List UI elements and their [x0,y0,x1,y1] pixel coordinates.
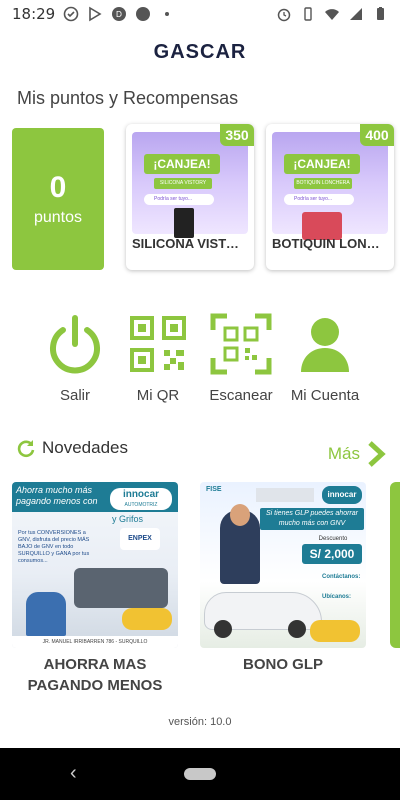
check-circle-icon [63,6,79,22]
dot-icon [165,12,170,16]
reward-image: ¡CANJEA! BOTIQUIN LONCHERA Podría ser tu… [272,132,388,240]
car-wheel [288,620,306,638]
news-headline: Si tienes GLP puedes ahorrar mucho más c… [260,508,364,530]
news-body: Por tus CONVERSIONES a GNV, disfruta del… [18,530,90,564]
app-title: GASCAR [153,40,247,63]
innocar-logo: innocar [322,486,362,504]
fise-logo: FISE [206,486,222,493]
menu-label: Salir [59,387,90,404]
car-wheel [214,620,232,638]
gas-tank-image [122,608,172,630]
qr-code-icon [130,316,186,372]
home-pill[interactable] [184,768,216,780]
car-on-lift [74,568,168,608]
power-icon [50,315,100,374]
reward-price: 350 [220,124,254,146]
news-headline: Ahorra mucho más pagando menos con [16,485,98,506]
reward-pill: Podría ser tuyo... [284,194,354,205]
qr-scan-icon [210,313,272,375]
man-face [230,504,250,526]
reward-name: SILICONA VISTORY [132,236,248,251]
points-card[interactable]: 0 puntos [12,128,104,270]
news-title: BONO GLP [242,656,323,673]
reward-card[interactable]: ¡CANJEA! BOTIQUIN LONCHERA Podría ser tu… [266,124,394,270]
reward-badge: ¡CANJEA! [144,154,220,174]
reward-name: BOTIQUIN LONCHERA [272,236,388,251]
innocar-logo: innocar AUTOMOTRIZ [110,488,172,510]
menu-mi-cuenta[interactable]: Mi Cuenta [280,312,370,404]
location-label: Ubícanos: [322,594,352,600]
mechanics-image [26,592,66,636]
system-nav-bar: ‹ [0,748,400,800]
discount-amount: S/ 2,000 [302,544,362,564]
news-card[interactable]: FISE innocar Si tienes GLP puedes ahorra… [200,482,366,675]
points-label: puntos [33,209,83,226]
government-logo [256,488,314,502]
reward-image: ¡CANJEA! SILICONA VISTORY Podría ser tuy… [132,132,248,238]
menu-escanear[interactable]: Escanear [196,312,286,404]
gas-tank-image [310,620,360,642]
user-icon [301,318,349,372]
svg-text:D: D [116,10,122,19]
wifi-icon [325,9,339,20]
news-section-label: Novedades [42,438,129,457]
vibrate-icon [304,7,312,21]
battery-icon [377,7,384,20]
menu-mi-qr[interactable]: Mi QR [113,312,203,404]
news-card[interactable]: Ahorra mucho más pagando menos con innoc… [12,482,178,696]
menu-label: Mi QR [136,387,180,404]
product-image [174,208,194,238]
menu-salir[interactable]: Salir [30,312,120,404]
news-image: Ahorra mucho más pagando menos con innoc… [12,482,178,648]
points-value: 0 [49,171,67,204]
reward-sub: BOTIQUIN LONCHERA [294,178,352,189]
app-notification-icon: D [112,7,127,21]
refresh-icon [17,440,35,458]
reward-badge: ¡CANJEA! [284,154,360,174]
circle-icon [136,7,151,21]
reward-pill: Podría ser tuyo... [144,194,214,205]
reward-sub: SILICONA VISTORY [154,178,212,189]
discount-label: Descuento [318,536,348,542]
news-extra: y Grifos [112,514,144,524]
enpex-logo: ENPEX [120,528,160,550]
news-address: JR. MANUEL IRRIBARREN 786 - SURQUILLO [12,636,178,648]
menu-label: Mi Cuenta [290,387,360,404]
news-card-partial[interactable] [390,482,400,648]
menu-label: Escanear [209,387,273,404]
news-title: AHORRA MAS PAGANDO MENOS [27,656,163,694]
play-store-icon [89,6,102,22]
chevron-right-icon [368,441,386,467]
alarm-icon [277,8,291,22]
news-image: FISE innocar Si tienes GLP puedes ahorra… [200,482,366,648]
news-section-title: Novedades [16,438,128,458]
more-label: Más [327,444,360,463]
rewards-section-title: Mis puntos y Recompensas [17,88,239,108]
app-bar: GASCAR [0,30,400,74]
signal-icon [350,8,362,20]
status-bar: 18:29 D [0,0,400,28]
more-news-button[interactable]: Más [328,440,386,468]
contact-label: Contáctanos: [322,574,361,580]
reward-price: 400 [360,124,394,146]
status-time: 18:29 [12,5,56,23]
app-version: versión: 10.0 [168,716,232,728]
back-icon[interactable]: ‹ [70,762,77,785]
reward-card[interactable]: ¡CANJEA! SILICONA VISTORY Podría ser tuy… [126,124,254,270]
